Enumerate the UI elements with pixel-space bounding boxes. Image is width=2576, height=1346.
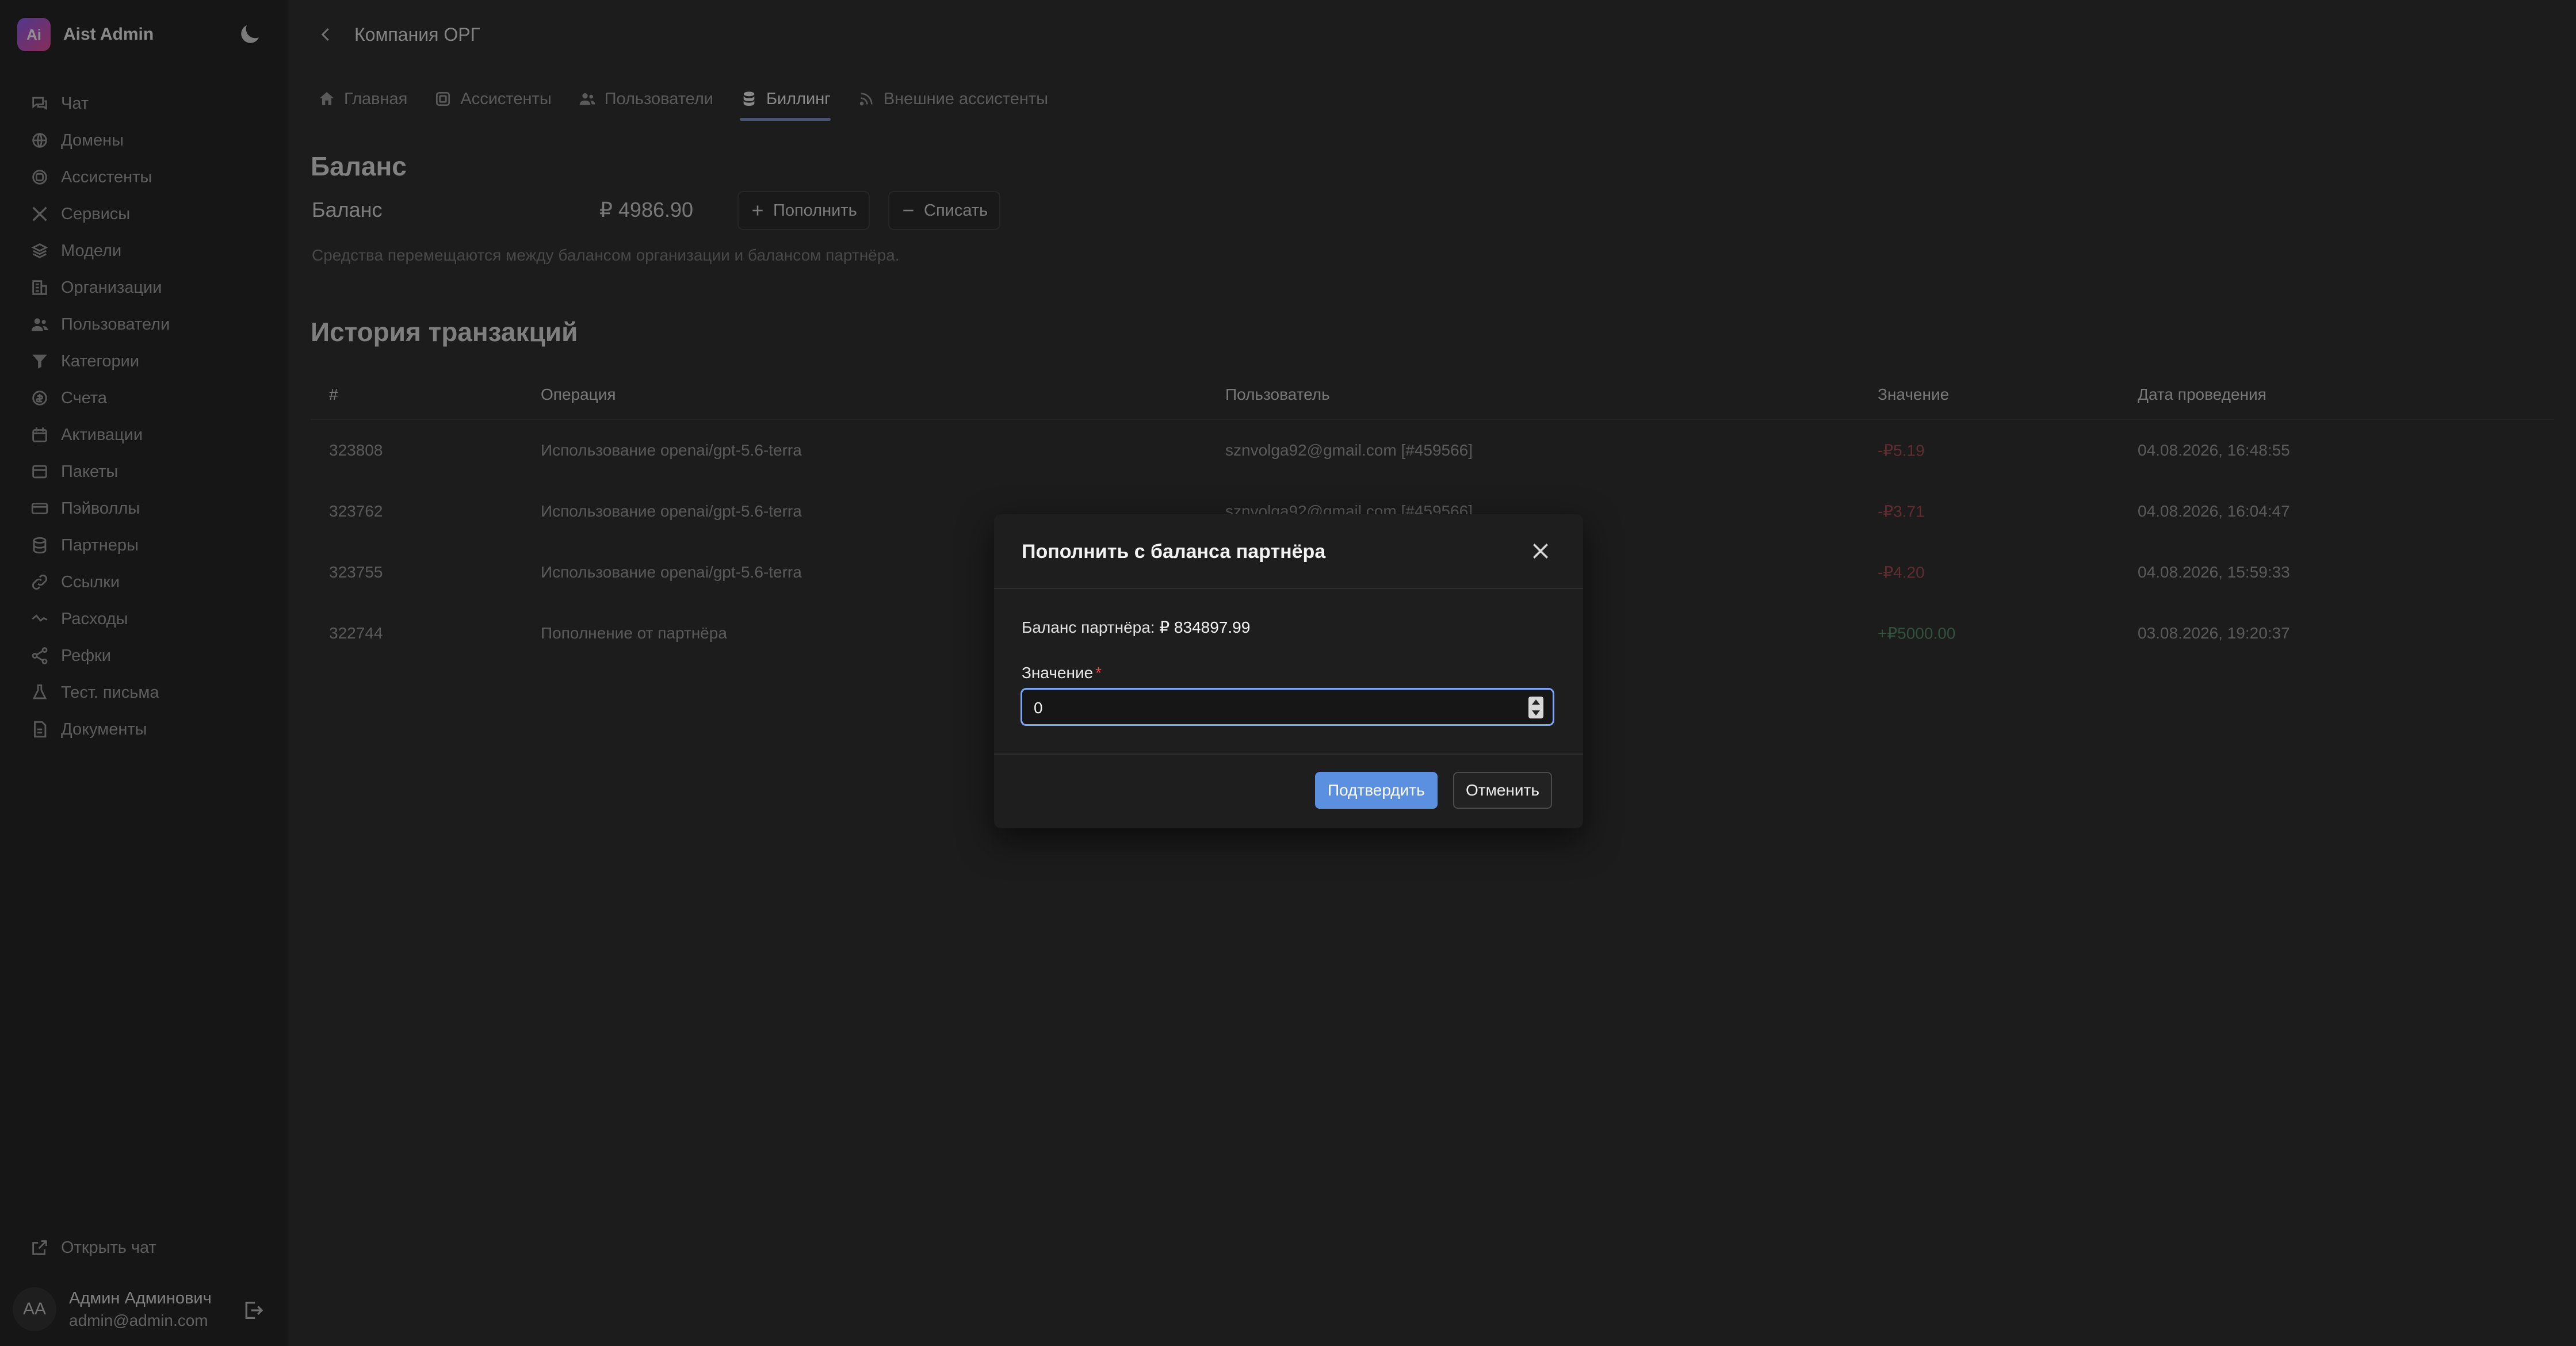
modal-divider xyxy=(994,754,1583,755)
cancel-button[interactable]: Отменить xyxy=(1453,772,1552,809)
value-field-label: Значение * xyxy=(1022,664,1102,682)
modal-title: Пополнить с баланса партнёра xyxy=(1022,541,1326,563)
partner-balance-value: ₽ 834897.99 xyxy=(1159,618,1251,636)
stepper-down-icon[interactable] xyxy=(1532,710,1540,716)
confirm-button[interactable]: Подтвердить xyxy=(1315,772,1438,809)
partner-balance-label: Баланс партнёра: xyxy=(1022,618,1155,636)
value-label-text: Значение xyxy=(1022,664,1094,682)
partner-balance: Баланс партнёра: ₽ 834897.99 xyxy=(1022,618,1250,637)
number-stepper[interactable] xyxy=(1528,697,1543,718)
value-input[interactable]: 0 xyxy=(1021,688,1554,726)
modal-header: Пополнить с баланса партнёра xyxy=(994,514,1583,589)
value-input-text[interactable]: 0 xyxy=(1034,699,1043,717)
required-mark: * xyxy=(1095,664,1102,682)
topup-modal: Пополнить с баланса партнёра Баланс парт… xyxy=(994,514,1583,828)
stepper-up-icon[interactable] xyxy=(1532,699,1540,705)
close-icon[interactable] xyxy=(1529,540,1552,563)
